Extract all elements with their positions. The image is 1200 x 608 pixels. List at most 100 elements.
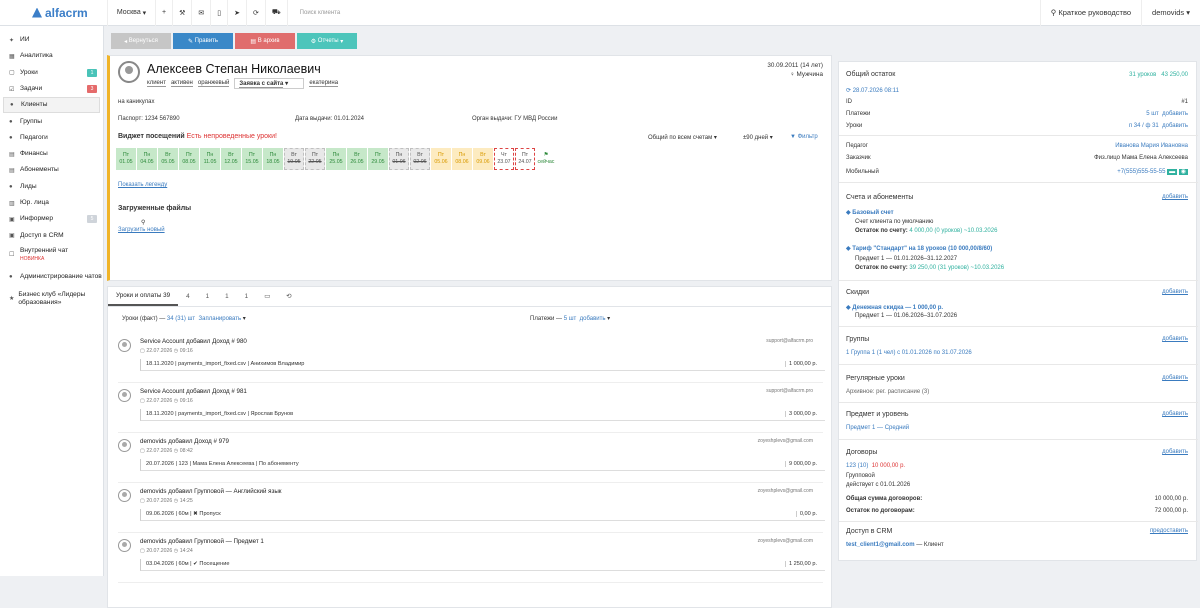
sidebar-item[interactable]: ▣ Доступ в CRM bbox=[0, 228, 103, 244]
crm-grant[interactable]: предоставить bbox=[1150, 528, 1188, 534]
payments-count[interactable]: 5 шт bbox=[564, 316, 577, 322]
lessons-count[interactable]: 34 (31) шт bbox=[167, 316, 195, 322]
mail-icon[interactable]: ✉ bbox=[191, 0, 210, 26]
tag[interactable]: оранжевый bbox=[197, 80, 230, 87]
sidebar-item[interactable]: ✦ ИИ bbox=[0, 32, 103, 48]
attendance-day[interactable]: Пн 04.05 bbox=[137, 148, 157, 170]
discounts-add[interactable]: добавить bbox=[1162, 289, 1188, 295]
plan-link[interactable]: Запланировать bbox=[199, 316, 242, 322]
sidebar-item[interactable]: ▣ Информер 5 bbox=[0, 211, 103, 227]
city-selector[interactable]: Москва ▾ bbox=[107, 0, 155, 26]
feed-detail[interactable]: 09.06.2026 | 60м | ✖ Пропуск 0,00 р. bbox=[140, 509, 825, 521]
payments-value[interactable]: 5 шт добавить bbox=[1146, 111, 1188, 117]
sidebar-item[interactable]: ● Группы bbox=[0, 113, 103, 129]
refresh-icon[interactable]: ⟳ bbox=[245, 0, 265, 26]
history-tab[interactable]: Уроки и оплаты 39 bbox=[108, 287, 179, 306]
archive-button[interactable]: ▤ В архив bbox=[235, 33, 295, 49]
group-item[interactable]: 1 Группа 1 (1 чел) с 01.01.2026 по 31.07… bbox=[846, 350, 972, 356]
reports-button[interactable]: ⚙ Отчеты ▾ bbox=[297, 33, 357, 49]
history-tab[interactable]: 1 bbox=[198, 287, 218, 306]
feed-detail[interactable]: 18.11.2020 | payments_import_fixed.csv |… bbox=[140, 359, 825, 371]
attendance-day[interactable]: Пт 24.07 bbox=[515, 148, 535, 170]
sidebar-item[interactable]: ▢ Уроки 1 bbox=[0, 65, 103, 81]
attendance-day[interactable]: Вт 02.06 bbox=[410, 148, 430, 170]
attendance-day[interactable]: Вт 05.05 bbox=[158, 148, 178, 170]
sidebar-item[interactable]: ▤ Финансы bbox=[0, 146, 103, 162]
balance-date[interactable]: ⟳ 28.07.2026 08:11 bbox=[846, 87, 899, 94]
attendance-day[interactable]: Вт 19.05 bbox=[284, 148, 304, 170]
tag[interactable]: активен bbox=[170, 80, 193, 87]
telegram-icon[interactable]: ➤ bbox=[227, 0, 246, 26]
attendance-day[interactable]: Вт 26.05 bbox=[347, 148, 367, 170]
guide-link[interactable]: ⚲ Краткое руководство bbox=[1039, 0, 1141, 26]
sidebar-item[interactable]: ▦ Аналитика bbox=[0, 48, 103, 64]
range-select[interactable]: ±90 дней ▾ bbox=[743, 134, 773, 141]
subject-item[interactable]: Предмет 1 — Средний bbox=[846, 425, 909, 431]
attendance-day[interactable]: Пт 22.05 bbox=[305, 148, 325, 170]
search-input[interactable]: Поиск клиента bbox=[286, 0, 1040, 26]
teacher-value[interactable]: Иванова Мария Ивановна bbox=[1115, 143, 1188, 149]
regular-add[interactable]: добавить bbox=[1162, 375, 1188, 381]
legend-link[interactable]: Показать легенду bbox=[118, 182, 167, 188]
attendance-day[interactable]: Чт 23.07 bbox=[494, 148, 514, 170]
manager-link[interactable]: екатерина bbox=[309, 80, 339, 87]
history-tab[interactable]: 1 bbox=[217, 287, 237, 306]
whatsapp-icon[interactable]: ◉ bbox=[1178, 169, 1188, 175]
discount-item[interactable]: ◆ Денежная скидка — 1 000,00 р. bbox=[846, 304, 943, 311]
contract-item[interactable]: 123 (10) 10 000,00 р. bbox=[846, 463, 905, 469]
history-tab[interactable]: 1 bbox=[237, 287, 257, 306]
groups-add[interactable]: добавить bbox=[1162, 336, 1188, 342]
edit-button[interactable]: ✎ Править bbox=[173, 33, 233, 49]
attendance-day[interactable]: Вт 12.05 bbox=[221, 148, 241, 170]
sidebar-item[interactable]: ● Администрирование чатов bbox=[0, 266, 103, 288]
lessons-value[interactable]: п 34 / ф 31 добавить bbox=[1129, 123, 1188, 129]
phone-icon[interactable]: ▯ bbox=[210, 0, 227, 26]
tag[interactable]: клиент bbox=[147, 80, 166, 87]
back-button[interactable]: ◂ Вернуться bbox=[111, 33, 171, 49]
scope-select[interactable]: Общий по всем счетам ▾ bbox=[648, 134, 717, 141]
add-payment-link[interactable]: добавить bbox=[580, 316, 606, 322]
user-menu[interactable]: demovids ▾ bbox=[1141, 0, 1200, 26]
feed-detail[interactable]: 03.04.2026 | 60м | ✔ Посещение 1 250,00 р… bbox=[140, 559, 825, 571]
feed-detail[interactable]: 20.07.2026 | 123 | Мама Елена Алексеева … bbox=[140, 459, 825, 471]
attendance-day[interactable]: Пт 05.06 bbox=[431, 148, 451, 170]
regular-item[interactable]: Архивное: рег. расписание (3) bbox=[846, 389, 929, 395]
sidebar-item[interactable]: ▤ Абонементы bbox=[0, 162, 103, 178]
sidebar-item[interactable]: ☐ Внутренний чат НОВИНКА bbox=[0, 244, 103, 266]
chat-icon[interactable]: ▬ bbox=[1167, 169, 1178, 175]
attendance-day[interactable]: Пн 11.05 bbox=[200, 148, 220, 170]
attendance-day[interactable]: Пт 15.05 bbox=[242, 148, 262, 170]
base-account[interactable]: ◆ Базовый счет bbox=[846, 209, 894, 216]
attendance-day[interactable]: Пт 29.05 bbox=[368, 148, 388, 170]
sidebar-item[interactable]: ☑ Задачи 3 bbox=[0, 81, 103, 97]
contracts-add[interactable]: добавить bbox=[1162, 449, 1188, 455]
attendance-day[interactable]: Вт 09.06 bbox=[473, 148, 493, 170]
feed-detail[interactable]: 18.11.2020 | payments_import_fixed.csv |… bbox=[140, 409, 825, 421]
attendance-day[interactable]: Пт 01.05 bbox=[116, 148, 136, 170]
logo[interactable]: alfacrm bbox=[0, 6, 107, 20]
accounts-add[interactable]: добавить bbox=[1162, 194, 1188, 200]
source-select[interactable]: Заявка с сайта ▾ bbox=[234, 78, 305, 89]
sidebar-item[interactable]: ▥ Юр. лица bbox=[0, 195, 103, 211]
upload-link[interactable]: Загрузить новый bbox=[118, 227, 165, 233]
attendance-day[interactable]: Пт 08.05 bbox=[179, 148, 199, 170]
attendance-day[interactable]: Пн 08.06 bbox=[452, 148, 472, 170]
wrench-icon[interactable]: ⚒ bbox=[172, 0, 191, 26]
attendance-day[interactable]: Пн 25.05 bbox=[326, 148, 346, 170]
filter-button[interactable]: ▼ Фильтр bbox=[790, 134, 818, 140]
history-tab[interactable]: 4 bbox=[178, 287, 198, 306]
sidebar-item[interactable]: ● Педагоги bbox=[0, 130, 103, 146]
add-icon[interactable]: + bbox=[155, 0, 172, 26]
attendance-day[interactable]: ⚑ сейчас bbox=[536, 148, 556, 170]
attendance-day[interactable]: Пн 01.06 bbox=[389, 148, 409, 170]
subject-add[interactable]: добавить bbox=[1162, 411, 1188, 417]
tariff[interactable]: ◆ Тариф "Стандарт" на 18 уроков (10 000,… bbox=[846, 245, 992, 252]
history-tab[interactable]: ⟲ bbox=[278, 287, 299, 306]
sidebar-item[interactable]: ★ Бизнес клуб «Лидеры образования» bbox=[0, 288, 103, 310]
mobile-value[interactable]: +7(555)555-55-55 ▬ ◉ bbox=[1117, 168, 1188, 175]
attendance-day[interactable]: Пн 18.05 bbox=[263, 148, 283, 170]
history-tab[interactable]: ▭ bbox=[256, 287, 278, 306]
cart-icon[interactable]: ⛟ bbox=[264, 0, 287, 26]
sidebar-item[interactable]: ● Клиенты bbox=[3, 97, 100, 114]
sidebar-item[interactable]: ● Лиды bbox=[0, 179, 103, 195]
